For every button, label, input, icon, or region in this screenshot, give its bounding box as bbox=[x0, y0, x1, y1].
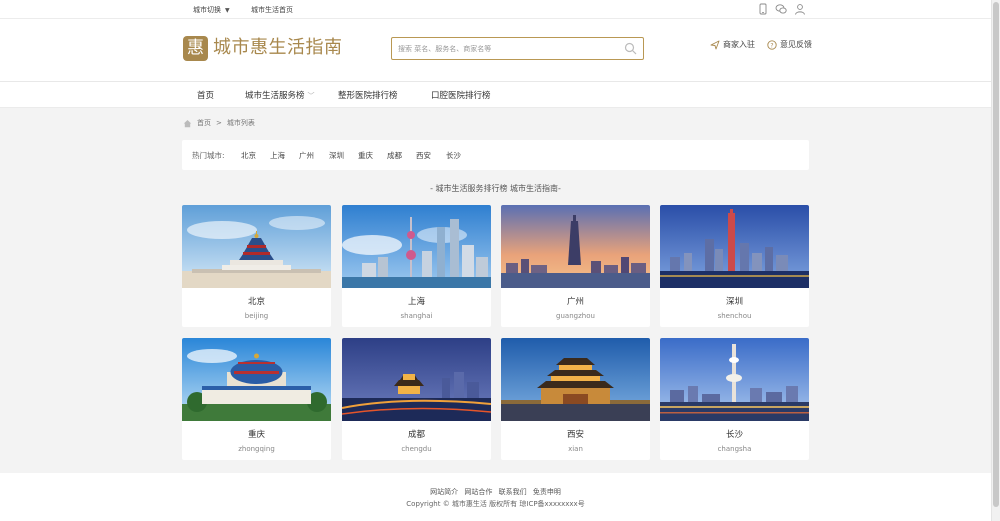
guangzhou-photo bbox=[501, 205, 650, 288]
hot-cities-bar: 热门城市: 北京 上海 广州 深圳 重庆 成都 西安 长沙 bbox=[182, 140, 809, 170]
feedback-link[interactable]: ? 意见反馈 bbox=[767, 39, 812, 50]
breadcrumb-home[interactable]: 首页 bbox=[197, 118, 211, 128]
main-nav: 首页 城市生活服务榜 ﹀ 整形医院排行榜 口腔医院排行榜 bbox=[0, 82, 991, 108]
hot-city-link[interactable]: 深圳 bbox=[329, 150, 344, 161]
city-pinyin: beijing bbox=[244, 312, 269, 320]
city-switch-dropdown[interactable]: 城市切换 ▼ bbox=[193, 5, 230, 15]
city-card-guangzhou[interactable]: 广州 guangzhou bbox=[501, 205, 650, 327]
page-scrollbar[interactable] bbox=[991, 0, 1000, 521]
city-pinyin: zhongqing bbox=[238, 445, 275, 453]
site-name[interactable]: 城市惠生活指南 bbox=[213, 36, 343, 60]
city-pinyin: shanghai bbox=[400, 312, 433, 320]
city-name: 西安 bbox=[566, 430, 584, 440]
hot-city-link[interactable]: 重庆 bbox=[358, 150, 373, 161]
merchant-join-label: 商家入驻 bbox=[723, 40, 755, 49]
city-pinyin: xian bbox=[568, 445, 583, 453]
user-icon[interactable] bbox=[794, 3, 806, 15]
site-footer: 网站简介 网站合作 联系我们 免责申明 Copyright © 城市惠生活 版权… bbox=[0, 473, 991, 521]
chevron-down-icon: ﹀ bbox=[307, 92, 315, 100]
hot-city-link[interactable]: 成都 bbox=[387, 150, 402, 161]
city-name: 深圳 bbox=[725, 297, 743, 307]
hot-city-link[interactable]: 广州 bbox=[299, 150, 314, 161]
shenzhen-photo bbox=[660, 205, 809, 288]
nav-item-dental-hospital-ranking[interactable]: 口腔医院排行榜 bbox=[431, 89, 491, 101]
city-life-home-link[interactable]: 城市生活首页 bbox=[251, 5, 293, 15]
home-icon[interactable] bbox=[183, 119, 192, 128]
svg-text:?: ? bbox=[770, 42, 773, 49]
hot-city-link[interactable]: 长沙 bbox=[446, 150, 461, 161]
scrollbar-thumb[interactable] bbox=[993, 2, 999, 507]
city-name: 成都 bbox=[407, 430, 425, 440]
mobile-icon[interactable] bbox=[757, 3, 769, 15]
chengdu-photo bbox=[342, 338, 491, 421]
city-pinyin: guangzhou bbox=[556, 312, 595, 320]
footer-link-cooperation[interactable]: 网站合作 bbox=[464, 488, 492, 496]
hot-city-link[interactable]: 西安 bbox=[416, 150, 431, 161]
footer-links: 网站简介 网站合作 联系我们 免责申明 bbox=[0, 487, 991, 497]
caret-down-icon: ▼ bbox=[225, 7, 230, 14]
footer-link-contact[interactable]: 联系我们 bbox=[499, 488, 527, 496]
nav-item-cosmetic-hospital-ranking[interactable]: 整形医院排行榜 bbox=[338, 89, 398, 101]
city-name: 北京 bbox=[247, 297, 265, 307]
feedback-label: 意见反馈 bbox=[780, 40, 812, 49]
search-box bbox=[391, 37, 644, 60]
city-card-beijing[interactable]: 北京 beijing bbox=[182, 205, 331, 327]
city-pinyin: changsha bbox=[717, 445, 752, 453]
nav-item-home[interactable]: 首页 bbox=[197, 89, 214, 101]
hot-city-link[interactable]: 上海 bbox=[270, 150, 285, 161]
breadcrumb-current: 城市列表 bbox=[226, 119, 255, 127]
search-icon[interactable] bbox=[624, 42, 637, 55]
city-switch-label: 城市切换 bbox=[193, 6, 221, 14]
city-name: 上海 bbox=[407, 297, 425, 307]
city-card-shanghai[interactable]: 上海 shanghai bbox=[342, 205, 491, 327]
footer-link-about[interactable]: 网站简介 bbox=[430, 488, 458, 496]
chongqing-photo bbox=[182, 338, 331, 421]
shanghai-photo bbox=[342, 205, 491, 288]
city-name: 重庆 bbox=[247, 430, 265, 440]
city-pinyin: chengdu bbox=[401, 445, 432, 453]
footer-link-disclaimer[interactable]: 免责申明 bbox=[533, 488, 561, 496]
section-title: - 城市生活服务排行榜 城市生活指南- bbox=[430, 184, 561, 193]
wechat-icon[interactable] bbox=[775, 3, 787, 15]
copyright: Copyright © 城市惠生活 版权所有 琼ICP备xxxxxxxx号 bbox=[406, 500, 585, 508]
xian-photo bbox=[501, 338, 650, 421]
breadcrumb-separator: > bbox=[216, 119, 222, 127]
hot-cities-label: 热门城市: bbox=[192, 151, 225, 160]
breadcrumb: 首页 > 城市列表 bbox=[183, 118, 255, 128]
nav-item-city-life-ranking[interactable]: 城市生活服务榜 ﹀ bbox=[245, 89, 315, 101]
city-pinyin: shenchou bbox=[717, 312, 752, 320]
city-name: 长沙 bbox=[725, 430, 743, 440]
logo-badge[interactable]: 惠 bbox=[183, 36, 208, 61]
top-bar: 城市切换 ▼ 城市生活首页 bbox=[0, 0, 991, 19]
search-input[interactable] bbox=[398, 42, 618, 56]
beijing-photo bbox=[182, 205, 331, 288]
city-card-changsha[interactable]: 长沙 changsha bbox=[660, 338, 809, 460]
question-icon: ? bbox=[767, 39, 777, 50]
changsha-photo bbox=[660, 338, 809, 421]
city-name: 广州 bbox=[566, 297, 584, 307]
city-card-xian[interactable]: 西安 xian bbox=[501, 338, 650, 460]
site-header: 惠 城市惠生活指南 商家入驻 ? 意见反馈 bbox=[0, 19, 991, 82]
merchant-join-link[interactable]: 商家入驻 bbox=[710, 39, 755, 50]
send-icon bbox=[710, 40, 720, 49]
city-card-shenzhen[interactable]: 深圳 shenchou bbox=[660, 205, 809, 327]
city-card-chengdu[interactable]: 成都 chengdu bbox=[342, 338, 491, 460]
hot-city-link[interactable]: 北京 bbox=[241, 150, 256, 161]
nav-item-label: 城市生活服务榜 bbox=[245, 91, 305, 101]
city-card-chongqing[interactable]: 重庆 zhongqing bbox=[182, 338, 331, 460]
